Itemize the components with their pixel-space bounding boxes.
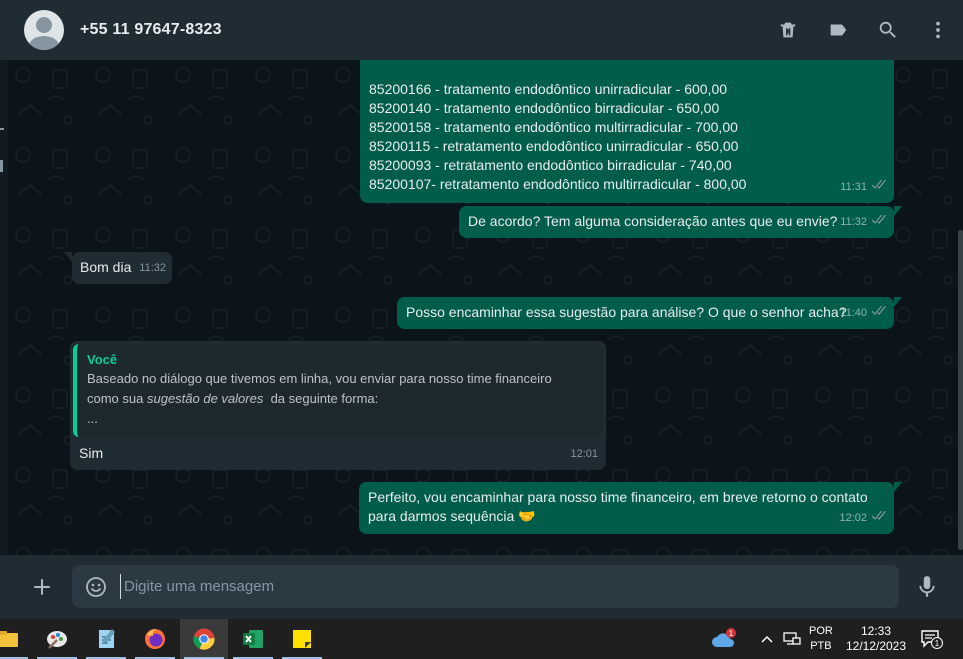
message-outgoing[interactable]: De acordo? Tem alguma consideração antes…: [459, 206, 902, 238]
message-time: 11:31: [840, 181, 867, 193]
sticky-notes-icon[interactable]: [278, 619, 326, 659]
quoted-message[interactable]: Você Baseado no diálogo que tivemos em l…: [73, 344, 603, 437]
message-meta: 11:32: [840, 213, 886, 232]
contact-avatar[interactable]: [24, 10, 64, 50]
message-time: 12:01: [570, 448, 598, 460]
quoted-text-line: ...: [87, 411, 98, 426]
language-indicator[interactable]: POR PTB: [809, 619, 833, 659]
message-time: 11:32: [139, 262, 166, 274]
label-icon[interactable]: [813, 0, 863, 60]
message-text: Posso encaminhar essa sugestão para anál…: [406, 304, 847, 320]
message-text: Sim: [79, 445, 104, 461]
message-incoming[interactable]: Bom dia 11:32: [64, 252, 172, 284]
attach-plus-icon[interactable]: [28, 573, 56, 601]
notepad-icon[interactable]: [82, 619, 130, 659]
read-ticks-icon: [870, 213, 886, 232]
message-input-box[interactable]: [72, 565, 899, 608]
file-explorer-icon[interactable]: [0, 619, 32, 659]
quoted-text-line: Baseado no diálogo que tivemos em linha,…: [87, 371, 552, 386]
chat-header[interactable]: +55 11 97647-8323: [0, 0, 963, 60]
weather-icon[interactable]: 1: [710, 619, 738, 659]
menu-dots-icon[interactable]: [913, 0, 963, 60]
message-meta: 11:40: [840, 304, 886, 323]
header-actions: [763, 0, 963, 60]
message-outgoing[interactable]: Posso encaminhar essa sugestão para anál…: [397, 297, 902, 329]
message-meta: 12:01: [570, 445, 598, 464]
weather-badge-count: 1: [729, 629, 734, 638]
clock-time: 12:33: [860, 624, 892, 638]
read-ticks-icon: [870, 509, 886, 528]
message-time: 12:02: [839, 512, 867, 524]
emoji-icon[interactable]: [84, 575, 108, 599]
clock-date: 12/12/2023: [845, 639, 907, 653]
chevron-up-icon[interactable]: [760, 619, 774, 659]
notifications-count: 1: [935, 639, 940, 648]
windows-taskbar: 1 POR PTB 12:33 12/12/2023 1: [0, 619, 963, 659]
system-clock[interactable]: 12:33 12/12/2023: [845, 619, 907, 659]
quoted-text-line: como sua sugestão de valores da seguinte…: [87, 391, 379, 406]
contact-name[interactable]: +55 11 97647-8323: [80, 21, 222, 39]
read-ticks-icon: [870, 304, 886, 323]
message-text-line: Perfeito, vou encaminhar para nosso time…: [368, 489, 868, 505]
excel-icon[interactable]: [229, 619, 277, 659]
message-time: 11:40: [840, 307, 867, 319]
chat-scrollbar[interactable]: [958, 230, 963, 550]
message-composer: [0, 555, 963, 619]
message-input[interactable]: [120, 574, 880, 599]
message-text: De acordo? Tem alguma consideração antes…: [468, 213, 838, 229]
message-text-line: para darmos sequência 🤝: [368, 508, 536, 524]
paint-icon[interactable]: [33, 619, 81, 659]
message-meta: 11:31: [840, 178, 886, 197]
message-meta: 12:02: [839, 509, 886, 528]
sidebar-edge: [0, 60, 8, 555]
network-icon[interactable]: [783, 619, 801, 659]
message-outgoing[interactable]: Perfeito, vou encaminhar para nosso time…: [359, 482, 902, 534]
message-meta: 11:32: [139, 259, 166, 278]
chrome-icon[interactable]: [180, 619, 228, 659]
message-time: 11:32: [840, 216, 867, 228]
notifications-icon[interactable]: 1: [920, 619, 944, 659]
search-icon[interactable]: [863, 0, 913, 60]
message-text: Bom dia: [80, 259, 132, 275]
message-text: 85200166 - tratamento endodôntico unirra…: [369, 81, 747, 192]
message-incoming-reply[interactable]: Você Baseado no diálogo que tivemos em l…: [70, 341, 606, 470]
message-outgoing[interactable]: 85200166 - tratamento endodôntico unirra…: [360, 60, 894, 203]
microphone-icon[interactable]: [914, 573, 940, 601]
trash-icon[interactable]: [763, 0, 813, 60]
read-ticks-icon: [870, 178, 886, 197]
firefox-icon[interactable]: [131, 619, 179, 659]
quoted-author: Você: [87, 352, 118, 367]
conversation-panel[interactable]: 85200166 - tratamento endodôntico unirra…: [8, 60, 963, 555]
